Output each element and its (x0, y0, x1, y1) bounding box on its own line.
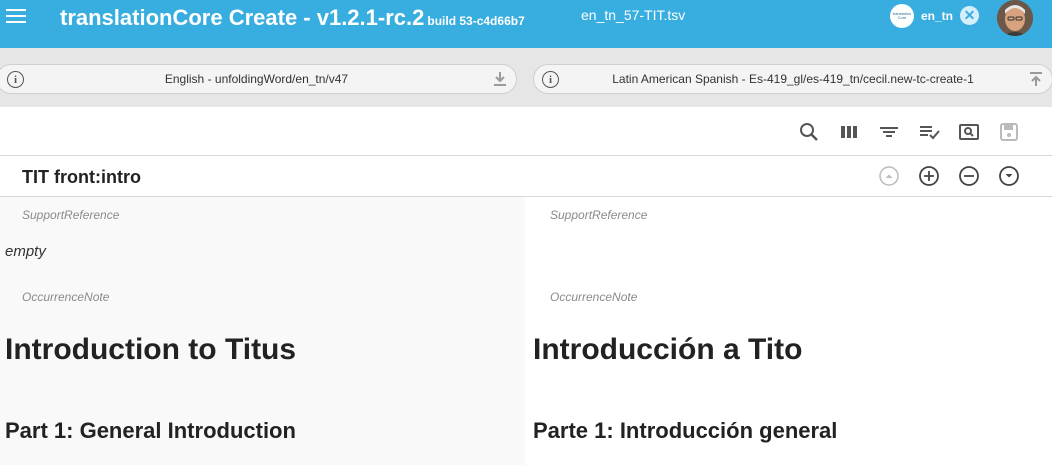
support-reference-value: empty (5, 243, 46, 260)
add-row-icon[interactable] (918, 165, 940, 187)
avatar[interactable] (997, 0, 1033, 36)
occurrence-note-label: OccurrenceNote (550, 290, 638, 304)
note-heading-2[interactable]: Parte 1: Introducción general (533, 418, 837, 444)
target-repository-field[interactable]: i Latin American Spanish - Es-419_gl/es-… (533, 64, 1052, 94)
repository-strip: i English - unfoldingWord/en_tn/v47 i La… (0, 48, 1052, 107)
source-pane: SupportReference empty OccurrenceNote In… (0, 197, 525, 465)
app-build: build 53-c4d66b7 (427, 14, 525, 28)
note-heading-1[interactable]: Introducción a Tito (533, 333, 802, 367)
app-title-text: translationCore Create - v1.2.1-rc.2 (60, 5, 425, 30)
source-repository-field[interactable]: i English - unfoldingWord/en_tn/v47 (0, 64, 517, 94)
support-reference-label: SupportReference (550, 208, 648, 222)
delete-row-icon[interactable] (958, 165, 980, 187)
row-title: TIT front:intro (22, 167, 141, 187)
upload-icon[interactable] (1028, 70, 1044, 88)
filter-icon[interactable] (878, 121, 900, 143)
toolbar (0, 107, 1052, 156)
move-down-icon[interactable] (998, 165, 1020, 187)
validate-checklist-icon[interactable] (918, 121, 940, 143)
view-columns-icon[interactable] (838, 121, 860, 143)
target-pane: SupportReference OccurrenceNote Introduc… (525, 197, 1052, 465)
move-up-icon[interactable] (878, 165, 900, 187)
resource-label: en_tn (921, 9, 954, 23)
support-reference-label: SupportReference (22, 208, 120, 222)
target-repository-text: Latin American Spanish - Es-419_gl/es-41… (612, 72, 974, 86)
organization-logo[interactable]: translation Core (890, 4, 914, 28)
search-icon[interactable] (798, 121, 820, 143)
organization-logo-text: translation Core (892, 11, 912, 20)
note-heading-2: Part 1: General Introduction (5, 418, 296, 443)
row-header: TIT front:intro (0, 156, 1052, 197)
note-heading-1: Introduction to Titus (5, 333, 297, 366)
file-name: en_tn_57-TIT.tsv (581, 7, 686, 23)
preview-icon[interactable] (958, 121, 980, 143)
app-title: translationCore Create - v1.2.1-rc.2 buil… (60, 5, 525, 31)
app-bar: translationCore Create - v1.2.1-rc.2 buil… (0, 0, 1052, 48)
occurrence-note-label: OccurrenceNote (22, 290, 110, 304)
download-icon[interactable] (492, 70, 508, 88)
menu-icon[interactable] (6, 9, 28, 25)
source-repository-text: English - unfoldingWord/en_tn/v47 (164, 72, 349, 86)
close-icon[interactable]: ✕ (960, 6, 979, 25)
save-icon[interactable] (998, 121, 1020, 143)
